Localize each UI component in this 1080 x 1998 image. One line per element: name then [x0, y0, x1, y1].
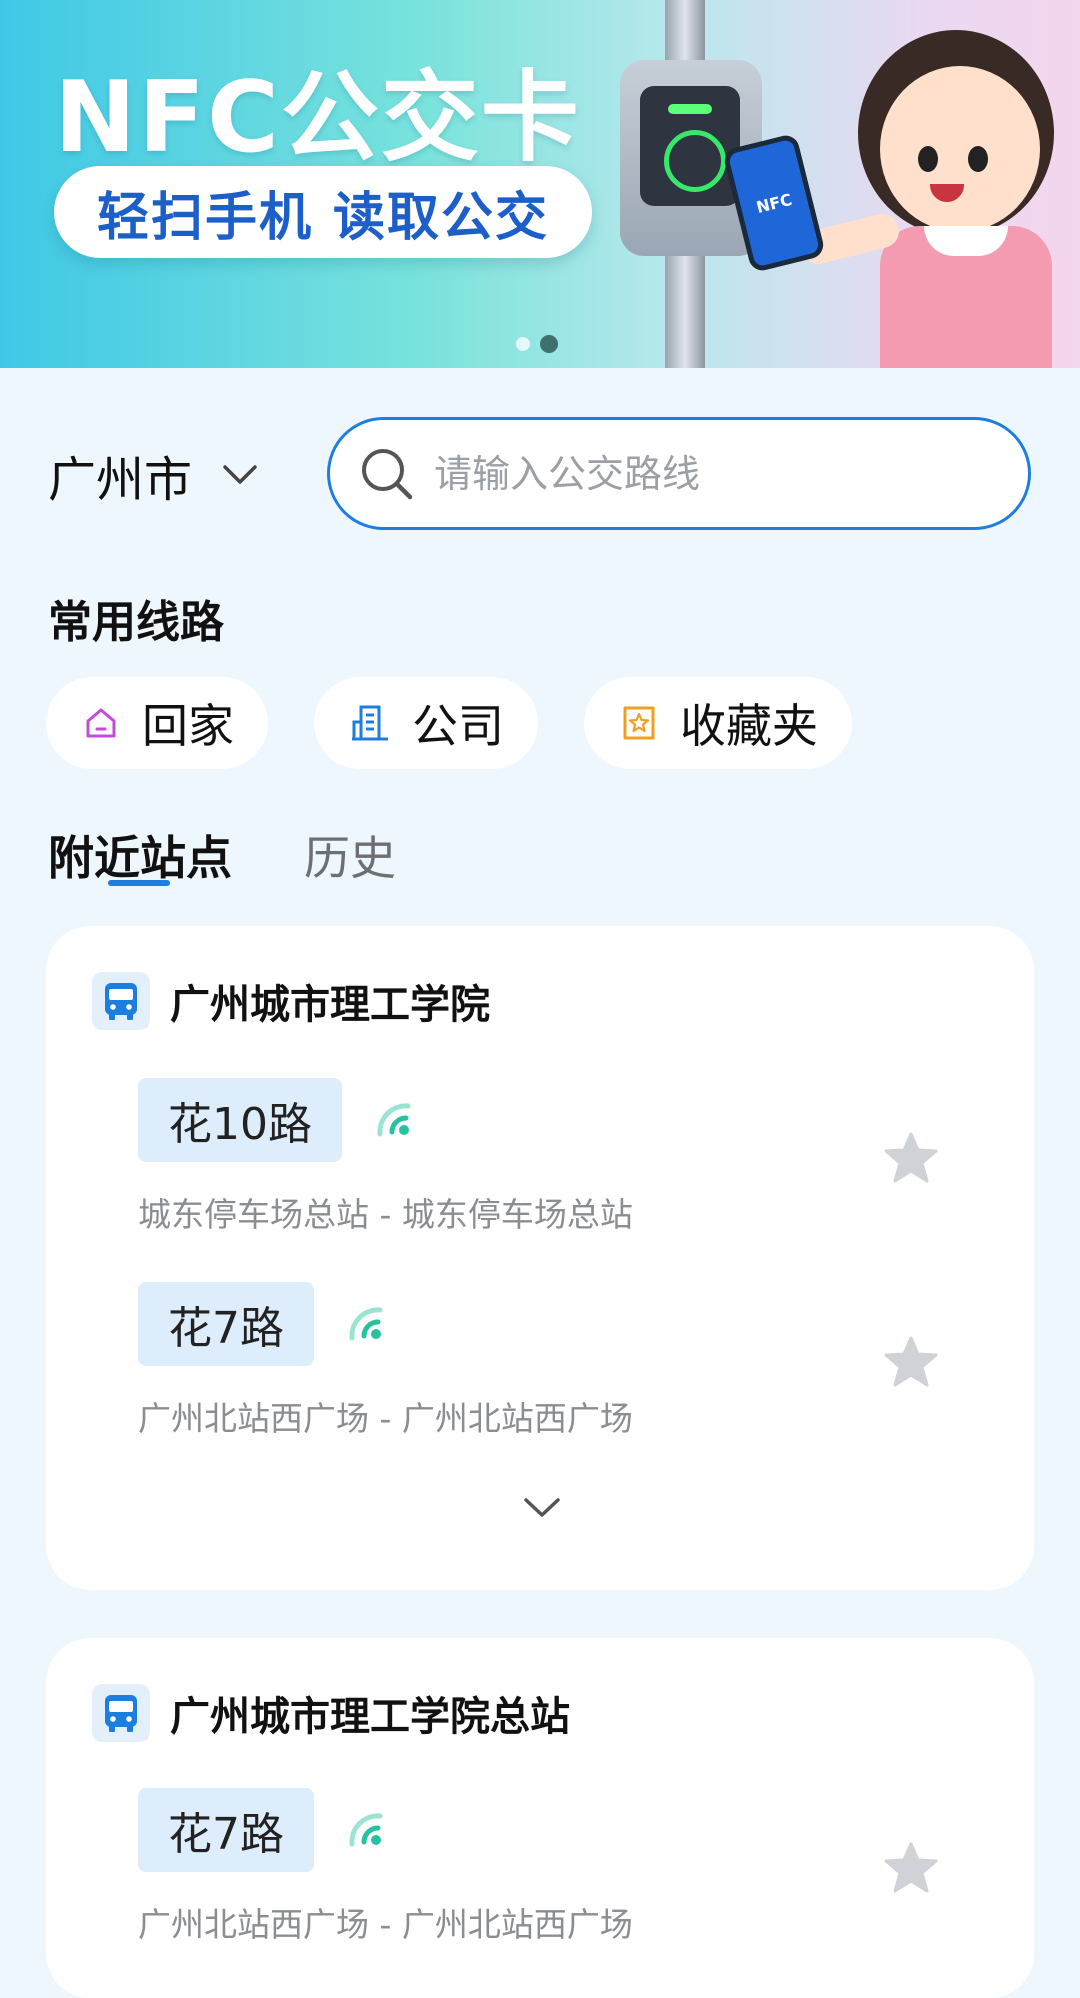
home-icon [86, 708, 116, 738]
chip-favorites[interactable]: 收藏夹 [584, 677, 852, 769]
search-bar[interactable] [327, 417, 1031, 530]
chip-label: 收藏夹 [680, 699, 818, 753]
search-icon [362, 448, 413, 499]
star-folder-icon [623, 706, 655, 740]
carousel-dot[interactable] [516, 337, 530, 351]
route-badge: 花7路 [138, 1788, 314, 1872]
city-selector[interactable]: 广州市 [48, 440, 258, 510]
route-item[interactable]: 花7路 广州北站西广场 - 广州北站西广场 [138, 1282, 633, 1440]
station-card: 广州城市理工学院 花10路 城东停车场总站 - 城东停车场总站 花7路 广州北站… [46, 926, 1034, 1590]
building-icon [352, 705, 388, 741]
star-icon[interactable] [884, 1336, 938, 1388]
banner-subtitle: 轻扫手机 读取公交 [54, 166, 592, 258]
girl-face-illustration [880, 66, 1040, 232]
chip-company[interactable]: 公司 [314, 677, 538, 769]
tab-active-indicator [108, 880, 170, 886]
chip-home[interactable]: 回家 [46, 677, 268, 769]
realtime-signal-icon [377, 1103, 411, 1137]
realtime-signal-icon [349, 1813, 383, 1847]
tab-history[interactable]: 历史 [304, 822, 396, 888]
station-card: 广州城市理工学院总站 花7路 广州北站西广场 - 广州北站西广场 [46, 1638, 1034, 1998]
route-direction: 广州北站西广场 - 广州北站西广场 [138, 1905, 633, 1944]
station-header[interactable]: 广州城市理工学院总站 [92, 1684, 570, 1742]
realtime-signal-icon [349, 1307, 383, 1341]
carousel-indicator [516, 335, 558, 353]
station-name: 广州城市理工学院 [170, 982, 490, 1028]
search-input[interactable] [432, 450, 996, 497]
route-direction: 广州北站西广场 - 广州北站西广场 [138, 1399, 633, 1438]
chevron-down-icon [223, 465, 257, 484]
carousel-dot-active[interactable] [540, 335, 558, 353]
route-badge: 花10路 [138, 1078, 342, 1162]
star-icon[interactable] [884, 1842, 938, 1894]
common-routes-title: 常用线路 [48, 597, 224, 648]
star-icon[interactable] [884, 1132, 938, 1184]
station-header[interactable]: 广州城市理工学院 [92, 972, 490, 1030]
bus-icon [92, 972, 150, 1030]
route-direction: 城东停车场总站 - 城东停车场总站 [138, 1195, 633, 1234]
common-routes-chips: 回家 公司 收藏夹 [46, 677, 852, 769]
route-badge: 花7路 [138, 1282, 314, 1366]
bus-icon [92, 1684, 150, 1742]
banner-title: NFC公交卡 [54, 61, 581, 175]
chip-label: 回家 [142, 699, 234, 753]
chip-label: 公司 [412, 699, 504, 753]
station-name: 广州城市理工学院总站 [170, 1694, 570, 1740]
station-tabs: 附近站点 历史 [48, 822, 396, 888]
route-item[interactable]: 花10路 城东停车场总站 - 城东停车场总站 [138, 1078, 633, 1236]
chevron-down-icon[interactable] [522, 1496, 562, 1520]
route-item[interactable]: 花7路 广州北站西广场 - 广州北站西广场 [138, 1788, 633, 1946]
tab-nearby[interactable]: 附近站点 [48, 822, 232, 888]
city-label: 广州市 [48, 452, 193, 508]
promo-banner[interactable]: NFC公交卡 轻扫手机 读取公交 NFC [0, 0, 1080, 368]
